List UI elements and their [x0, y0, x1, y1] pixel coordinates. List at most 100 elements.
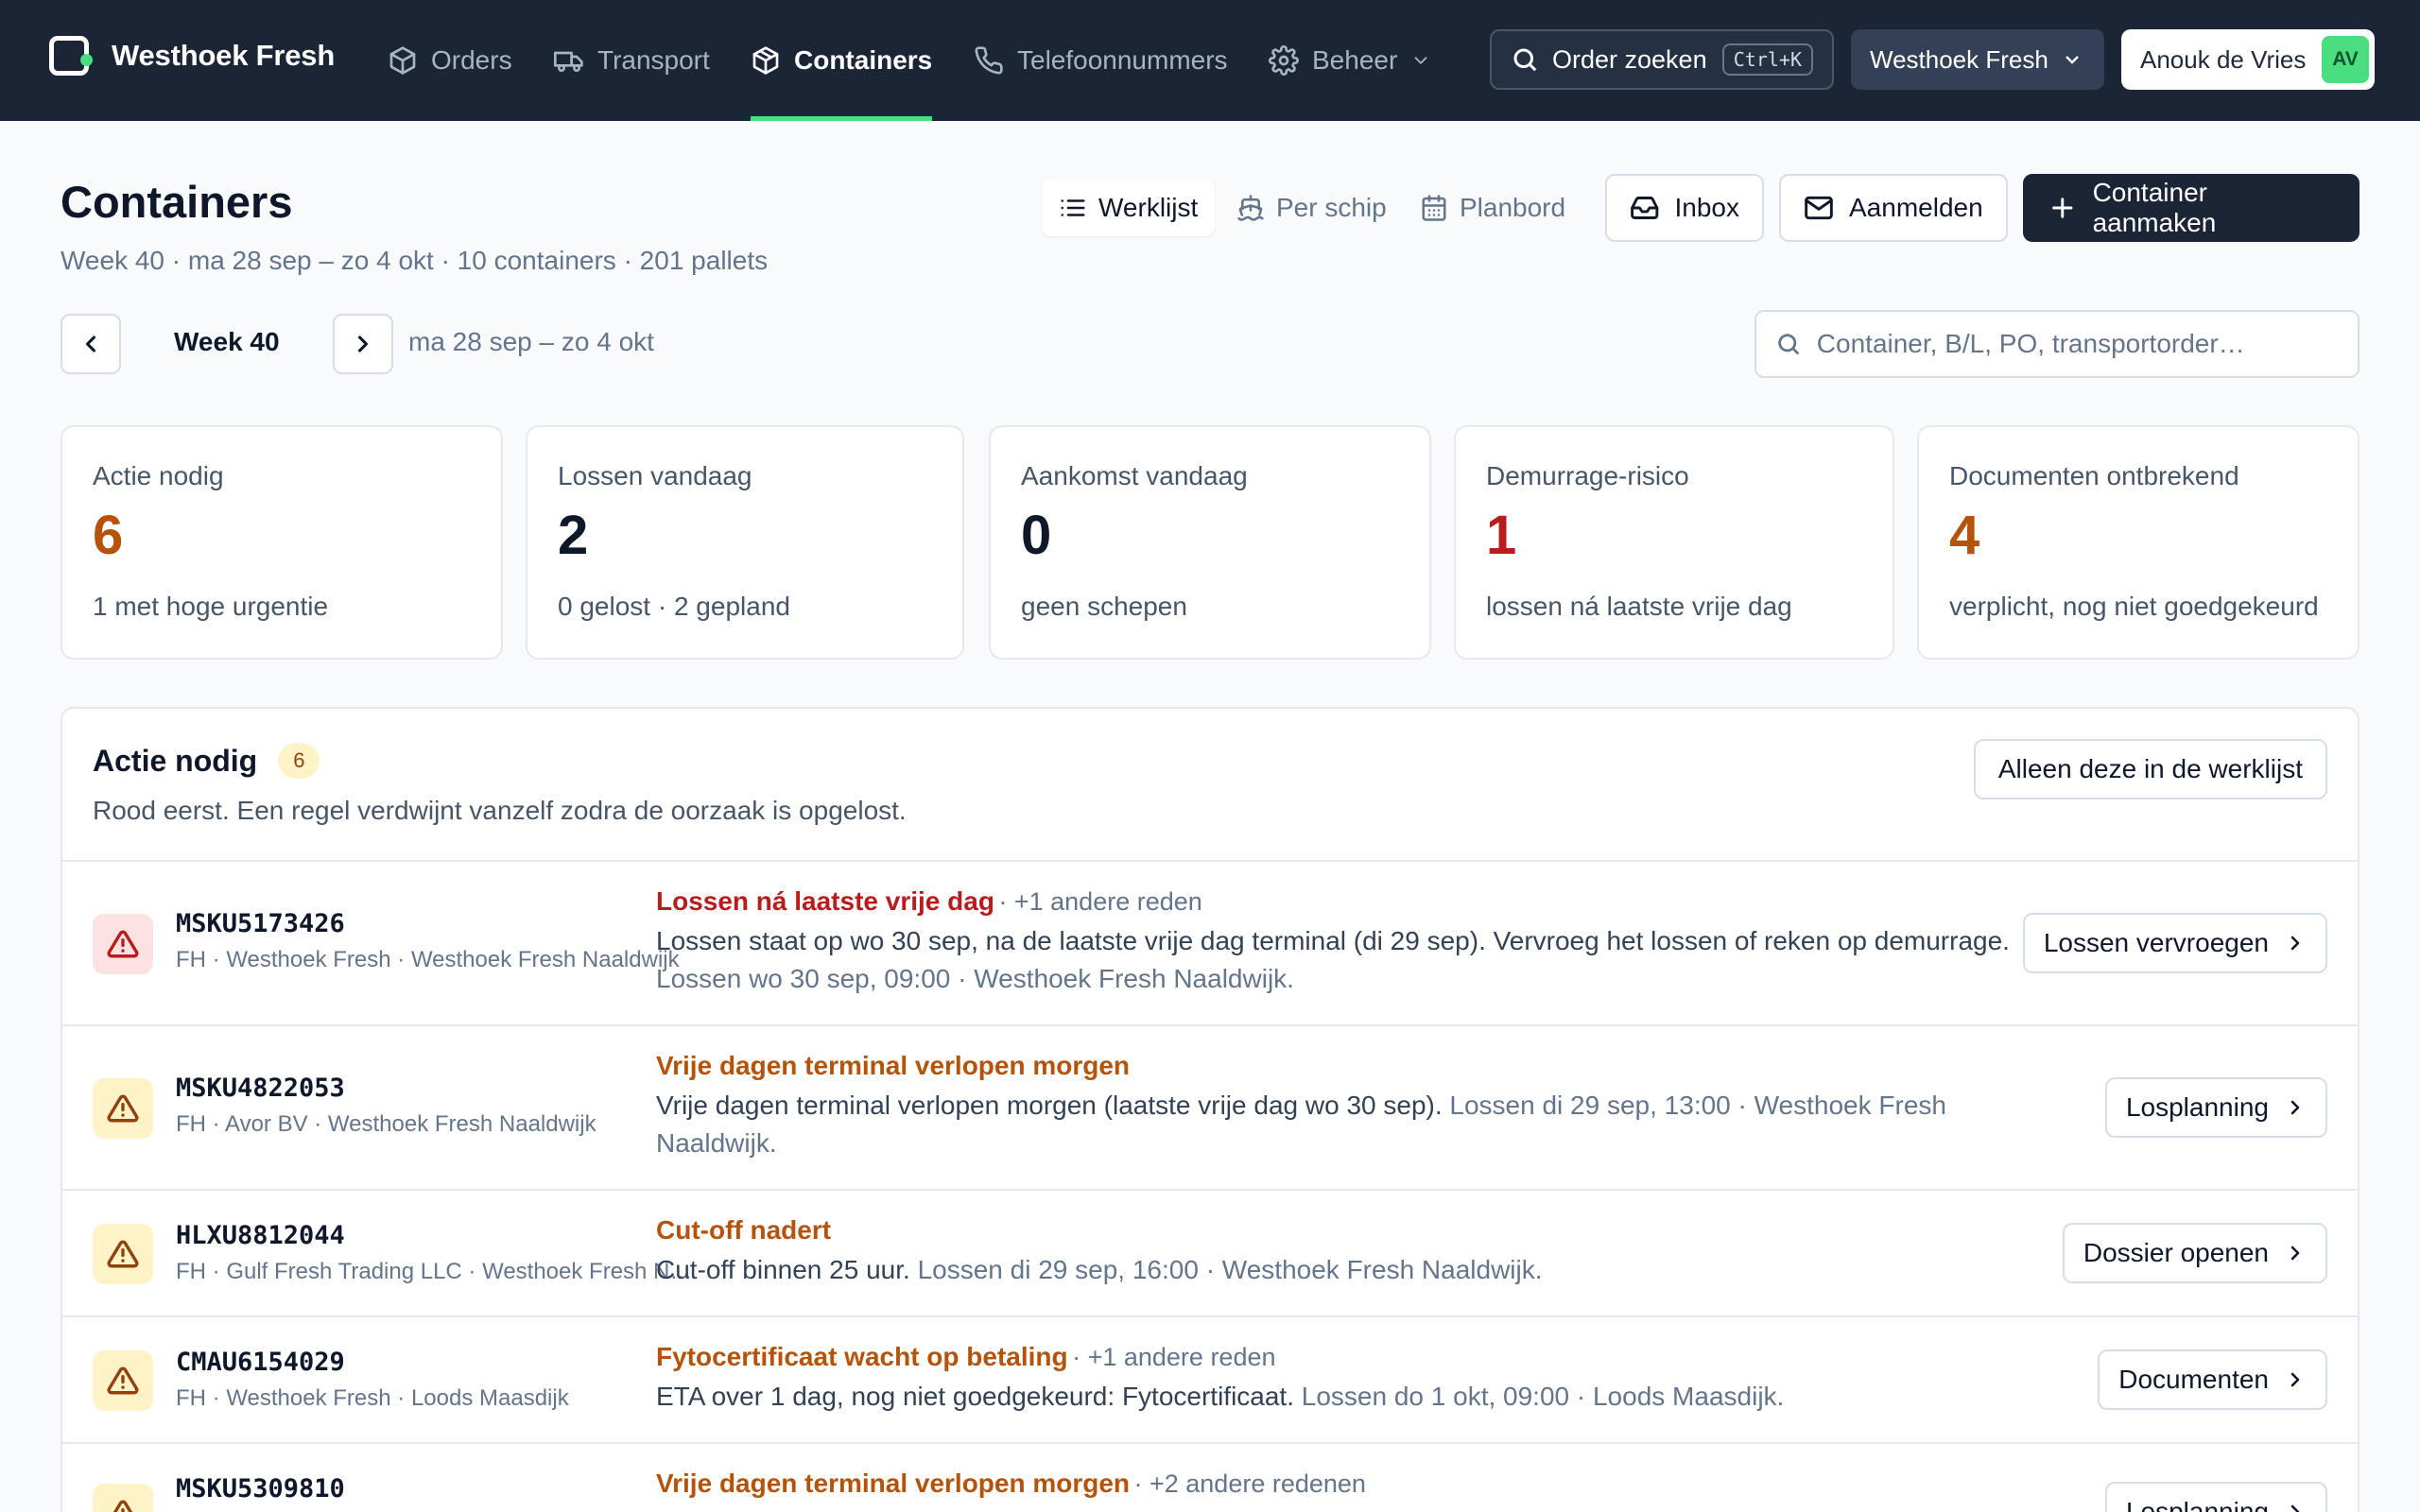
- box-icon: [389, 46, 416, 75]
- chevron-right-icon: [2290, 1246, 2300, 1261]
- stat-card-documenten-ontbrekend[interactable]: Documenten ontbrekend 4 verplicht, nog n…: [1917, 425, 2360, 660]
- shortcut-badge: Ctrl+K: [1721, 43, 1813, 76]
- action-button[interactable]: Dossier openen: [2062, 1223, 2327, 1283]
- container-number[interactable]: HLXU8812044: [176, 1221, 345, 1250]
- warning-icon: [93, 1484, 153, 1512]
- stat-value: 2: [558, 505, 589, 566]
- row-extra: · +1 andere reden: [998, 887, 1202, 916]
- chevron-right-icon: [2290, 1100, 2300, 1115]
- row-reason: Fytocertificaat wacht op betaling: [656, 1342, 1068, 1371]
- nav-label: Beheer: [1312, 45, 1398, 75]
- stat-label: Lossen vandaag: [558, 461, 752, 490]
- stat-card-lossen-vandaag[interactable]: Lossen vandaag 2 0 gelost · 2 gepland: [526, 425, 964, 660]
- nav-item-beheer[interactable]: Beheer: [1269, 0, 1431, 121]
- stat-note: 0 gelost · 2 gepland: [558, 592, 790, 621]
- chevron-down-icon: [2066, 56, 2079, 64]
- row-reason: Vrije dagen terminal verlopen morgen: [656, 1051, 1131, 1080]
- truck-icon: [554, 51, 583, 72]
- row-desc-text: ETA over 1 dag, nog niet goedgekeurd: Fy…: [656, 1382, 1294, 1411]
- stat-card-demurrage-risico[interactable]: Demurrage-risico 1 lossen ná laatste vri…: [1454, 425, 1894, 660]
- stat-value: 1: [1486, 505, 1517, 566]
- panel-title-text: Actie nodig: [93, 743, 258, 778]
- container-number[interactable]: MSKU5309810: [176, 1474, 345, 1503]
- nav-item-orders[interactable]: Orders: [388, 0, 512, 121]
- brand[interactable]: Westhoek Fresh: [49, 36, 335, 76]
- chevron-right-icon: [2290, 1372, 2300, 1387]
- chevron-right-icon: [357, 335, 369, 352]
- warning-icon: [93, 1350, 153, 1411]
- stat-note: geen schepen: [1021, 592, 1187, 621]
- action-needed-panel: Actie nodig 6 Rood eerst. Een regel verd…: [60, 707, 2360, 1512]
- stat-label: Demurrage-risico: [1486, 461, 1689, 490]
- brand-name: Westhoek Fresh: [112, 39, 336, 72]
- view-label: Werklijst: [1098, 193, 1199, 222]
- stat-card-aankomst-vandaag[interactable]: Aankomst vandaag 0 geen schepen: [989, 425, 1431, 660]
- chevron-right-icon: [2290, 1504, 2300, 1512]
- action-row[interactable]: CMAU6154029 FH · Westhoek Fresh · Loods …: [62, 1317, 2358, 1444]
- action-button[interactable]: Losplanning: [2104, 1077, 2327, 1138]
- view-label: Planbord: [1460, 193, 1566, 222]
- next-week-button[interactable]: [333, 314, 393, 374]
- action-button[interactable]: Documenten: [2098, 1349, 2327, 1410]
- stat-label: Aankomst vandaag: [1021, 461, 1248, 490]
- filter-worklist-button[interactable]: Alleen deze in de werklijst: [1973, 739, 2327, 799]
- row-desc-text: Vrije dagen terminal verlopen morgen (la…: [656, 1091, 1443, 1120]
- container-icon: [752, 46, 779, 75]
- company-selector[interactable]: Westhoek Fresh: [1851, 29, 2104, 90]
- prev-week-button[interactable]: [60, 314, 121, 374]
- user-menu[interactable]: Anouk de Vries AV: [2121, 29, 2375, 90]
- row-desc-muted: Lossen wo 30 sep, 09:00 · Westhoek Fresh…: [656, 964, 1294, 993]
- nav-label: Telefoonnummers: [1017, 45, 1228, 75]
- view-per-schip[interactable]: Per schip: [1219, 180, 1404, 236]
- action-row[interactable]: HLXU8812044 FH · Gulf Fresh Trading LLC …: [62, 1191, 2358, 1317]
- view-planbord[interactable]: Planbord: [1403, 180, 1582, 236]
- action-row[interactable]: MSKU4822053 FH · Avor BV · Westhoek Fres…: [62, 1026, 2358, 1191]
- stat-label: Actie nodig: [93, 461, 224, 490]
- view-werklijst[interactable]: Werklijst: [1042, 180, 1216, 236]
- container-meta: FH · Westhoek Fresh · Westhoek Fresh Naa…: [176, 947, 680, 972]
- calendar-icon: [1422, 195, 1446, 221]
- create-container-button[interactable]: Container aanmaken: [2023, 174, 2360, 242]
- brand-logo-icon: [49, 36, 93, 76]
- row-content: Lossen ná laatste vrije dag · +1 andere …: [656, 886, 2036, 998]
- action-button[interactable]: Lossen vervroegen: [2022, 913, 2327, 973]
- action-label: Documenten: [2118, 1365, 2269, 1394]
- nav-item-transport[interactable]: Transport: [554, 0, 710, 121]
- action-label: Losplanning: [2125, 1497, 2269, 1512]
- count-badge: 6: [278, 743, 320, 779]
- week-range: ma 28 sep – zo 4 okt: [408, 327, 654, 356]
- row-description: ETA over 1 dag, nog niet goedgekeurd: Fy…: [656, 1378, 2036, 1416]
- row-reason: Cut-off nadert: [656, 1215, 832, 1245]
- ship-icon: [1237, 195, 1264, 221]
- nav-item-containers[interactable]: Containers: [751, 0, 933, 121]
- mail-icon: [1805, 196, 1833, 220]
- action-button[interactable]: Losplanning: [2104, 1482, 2327, 1512]
- chevron-right-icon: [2290, 936, 2300, 951]
- container-number[interactable]: CMAU6154029: [176, 1348, 345, 1377]
- container-search-input[interactable]: [1816, 329, 2339, 359]
- container-search[interactable]: [1754, 310, 2360, 378]
- user-name: Anouk de Vries: [2140, 44, 2307, 74]
- panel-title: Actie nodig 6: [93, 743, 320, 779]
- action-row[interactable]: MSKU5173426 FH · Westhoek Fresh · Westho…: [62, 862, 2358, 1026]
- register-button[interactable]: Aanmelden: [1779, 174, 2008, 242]
- gear-icon: [1269, 45, 1299, 76]
- order-search-button[interactable]: Order zoeken Ctrl+K: [1490, 29, 1834, 90]
- row-desc-text: Lossen staat op wo 30 sep, na de laatste…: [656, 926, 2010, 955]
- page-title: Containers: [60, 177, 293, 227]
- inbox-button[interactable]: Inbox: [1605, 174, 1764, 242]
- nav-item-telefoonnummers[interactable]: Telefoonnummers: [974, 0, 1228, 121]
- stat-card-actie-nodig[interactable]: Actie nodig 6 1 met hoge urgentie: [60, 425, 503, 660]
- search-icon: [1513, 48, 1537, 72]
- action-label: Dossier openen: [2083, 1238, 2269, 1267]
- container-number[interactable]: MSKU4822053: [176, 1074, 345, 1103]
- view-label: Per schip: [1276, 193, 1387, 222]
- row-reason: Vrije dagen terminal verlopen morgen: [656, 1469, 1131, 1498]
- container-number[interactable]: MSKU5173426: [176, 909, 345, 938]
- chevron-left-icon: [85, 335, 96, 352]
- action-row[interactable]: MSKU5309810 Vrije dagen terminal verlope…: [62, 1444, 2358, 1512]
- nav-label: Transport: [597, 45, 710, 75]
- row-content: Cut-off nadert Cut-off binnen 25 uur. Lo…: [656, 1215, 2036, 1289]
- row-content: Vrije dagen terminal verlopen morgen · +…: [656, 1469, 2036, 1499]
- plus-icon: [2052, 198, 2073, 218]
